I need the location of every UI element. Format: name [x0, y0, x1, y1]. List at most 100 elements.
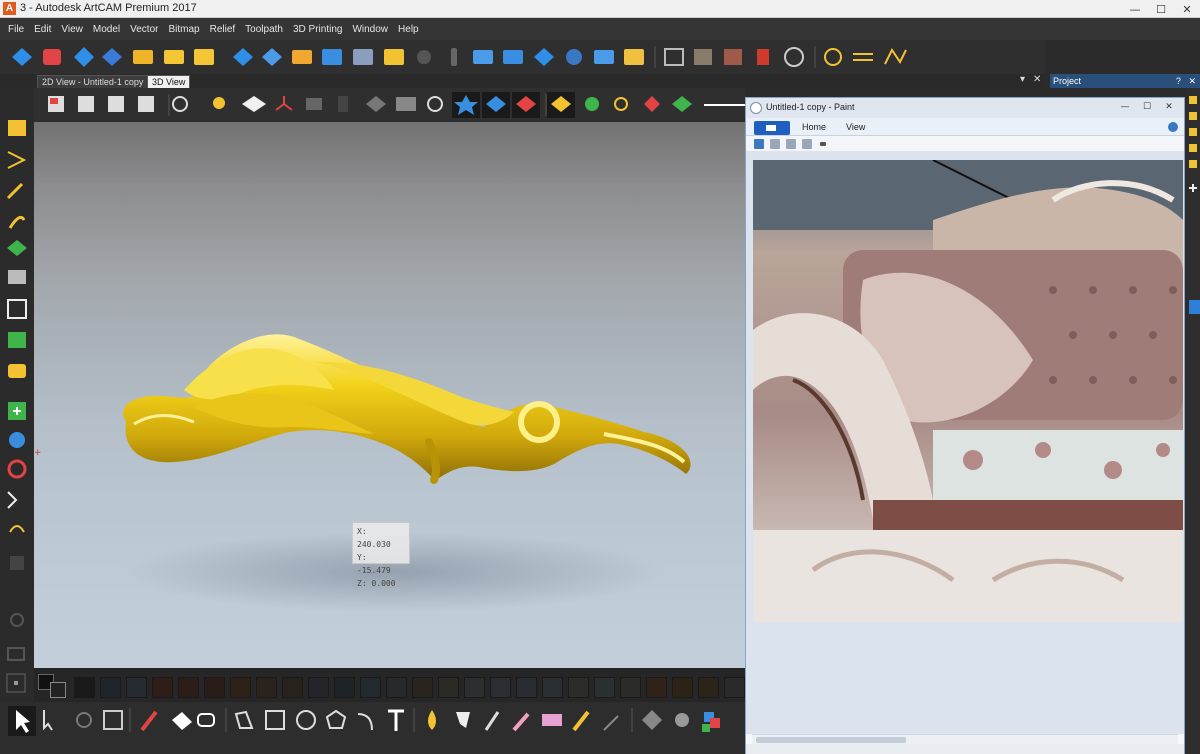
project-help-button[interactable]: ?: [1176, 76, 1181, 86]
palette-swatch[interactable]: [568, 677, 589, 698]
green-relief-icon[interactable]: [7, 240, 27, 256]
cylinder-icon[interactable]: [338, 96, 348, 112]
thin-brush-icon[interactable]: [603, 715, 619, 731]
vector-angle-icon[interactable]: [7, 151, 27, 169]
palette-swatch[interactable]: [412, 677, 433, 698]
gray-diamond-icon[interactable]: [366, 96, 386, 112]
material-icon[interactable]: [396, 97, 416, 111]
light-bulb-icon[interactable]: [213, 97, 225, 109]
two-rail-icon[interactable]: [384, 49, 404, 65]
relief-merge-icon[interactable]: [74, 47, 94, 67]
menu-relief[interactable]: Relief: [210, 24, 236, 35]
palette-swatch[interactable]: [282, 677, 303, 698]
menu-vector[interactable]: Vector: [130, 24, 158, 35]
palette-swatch[interactable]: [204, 677, 225, 698]
zero-icon[interactable]: [594, 50, 614, 64]
open-folder-icon[interactable]: [8, 120, 26, 136]
drop-tool-icon[interactable]: [428, 710, 436, 730]
palette-swatch[interactable]: [308, 677, 329, 698]
save-icon[interactable]: [754, 139, 764, 149]
paint-help-icon[interactable]: [1168, 122, 1178, 132]
tab-2d-view[interactable]: 2D View - Untitled-1 copy: [37, 75, 149, 88]
crop-grid-icon[interactable]: [103, 710, 123, 730]
rainbow-stack-icon[interactable]: [672, 96, 692, 112]
pen-tool-icon[interactable]: [484, 711, 500, 731]
spin-icon[interactable]: [322, 49, 342, 65]
qat-extra-icon[interactable]: [802, 139, 812, 149]
menu-edit[interactable]: Edit: [34, 24, 51, 35]
qat-dropdown-icon[interactable]: [820, 142, 826, 146]
slice-icon[interactable]: [503, 50, 523, 64]
project-folder-icon[interactable]: [1189, 160, 1197, 168]
paint-file-menu-button[interactable]: [754, 121, 790, 135]
texture-icon[interactable]: [624, 49, 644, 65]
minimize-button[interactable]: —: [1122, 0, 1148, 18]
add-project-icon[interactable]: [1189, 184, 1197, 192]
secondary-color-swatch[interactable]: [50, 682, 66, 698]
smudge-tool-icon[interactable]: [542, 714, 562, 726]
diamond-blue-icon[interactable]: [12, 48, 32, 66]
arc-tool-icon[interactable]: [9, 525, 25, 533]
yellow-relief-icon[interactable]: [8, 364, 26, 378]
menu-help[interactable]: Help: [398, 24, 419, 35]
clock-icon[interactable]: [427, 96, 443, 112]
menu-view[interactable]: View: [61, 24, 83, 35]
chevron-right-icon[interactable]: [7, 491, 18, 509]
yellow-ring-icon[interactable]: [614, 97, 628, 111]
paint-canvas-area[interactable]: [746, 152, 1184, 734]
menu-bitmap[interactable]: Bitmap: [168, 24, 199, 35]
green-grid-icon[interactable]: [8, 332, 26, 348]
palette-swatch[interactable]: [386, 677, 407, 698]
scrollbar-thumb[interactable]: [756, 737, 906, 743]
pencil-icon[interactable]: [140, 710, 158, 732]
palette-swatch[interactable]: [360, 677, 381, 698]
wave-icon[interactable]: [853, 53, 873, 61]
eraser-red-icon[interactable]: [43, 49, 61, 65]
shape-editor-icon[interactable]: [233, 48, 253, 66]
red-ring-icon[interactable]: [7, 459, 27, 479]
viewport-3d[interactable]: X: 240.030 Y: -15.479 Z: 0.000 +: [34, 122, 745, 668]
relief-add-icon[interactable]: [102, 48, 122, 66]
project-close-button[interactable]: ✕: [1188, 76, 1196, 86]
sweep-icon[interactable]: [292, 50, 312, 64]
paint-minimize-button[interactable]: —: [1114, 100, 1136, 114]
hammer-icon[interactable]: [757, 49, 769, 65]
palette-swatch[interactable]: [698, 677, 719, 698]
draw-relief-icon[interactable]: [242, 96, 266, 112]
extrude-icon[interactable]: [262, 48, 282, 66]
redo-icon[interactable]: [786, 139, 796, 149]
ornament-relief-model[interactable]: [123, 334, 691, 484]
pattern-icon[interactable]: [724, 49, 742, 65]
panel-splitter[interactable]: [1189, 300, 1200, 314]
turn-icon[interactable]: [353, 49, 373, 65]
palette-swatch[interactable]: [100, 677, 121, 698]
paint-brush-icon[interactable]: [572, 710, 590, 732]
menu-toolpath[interactable]: Toolpath: [245, 24, 283, 35]
palette-swatch[interactable]: [620, 677, 641, 698]
magic-wand-icon[interactable]: [6, 182, 24, 200]
tab-close-button[interactable]: ✕: [1033, 74, 1041, 85]
rectangle-tool-icon[interactable]: [265, 710, 285, 730]
palette-swatch[interactable]: [74, 677, 95, 698]
text-tool-icon[interactable]: [388, 709, 404, 731]
view-right-cube-icon[interactable]: [138, 96, 154, 112]
eraser-icon[interactable]: [172, 712, 192, 730]
undo-icon[interactable]: [770, 139, 780, 149]
menu-file[interactable]: File: [8, 24, 24, 35]
palette-swatch[interactable]: [646, 677, 667, 698]
polyline-icon[interactable]: [884, 48, 907, 65]
palette-swatch[interactable]: [334, 677, 355, 698]
palette-swatch[interactable]: [438, 677, 459, 698]
palette-swatch[interactable]: [542, 677, 563, 698]
paint-horizontal-scrollbar[interactable]: [752, 734, 1178, 744]
palette-swatch[interactable]: [672, 677, 693, 698]
green-ball-icon[interactable]: [585, 97, 599, 111]
fill-bucket-icon[interactable]: [197, 713, 215, 727]
offset-icon[interactable]: [473, 50, 493, 64]
view-front-cube-icon[interactable]: [108, 96, 124, 112]
paint-close-button[interactable]: ✕: [1158, 100, 1180, 114]
reset-relief-icon[interactable]: [534, 48, 554, 66]
palette-swatch[interactable]: [464, 677, 485, 698]
stamp-icon[interactable]: [451, 48, 457, 66]
zoom-icon[interactable]: [172, 96, 188, 112]
